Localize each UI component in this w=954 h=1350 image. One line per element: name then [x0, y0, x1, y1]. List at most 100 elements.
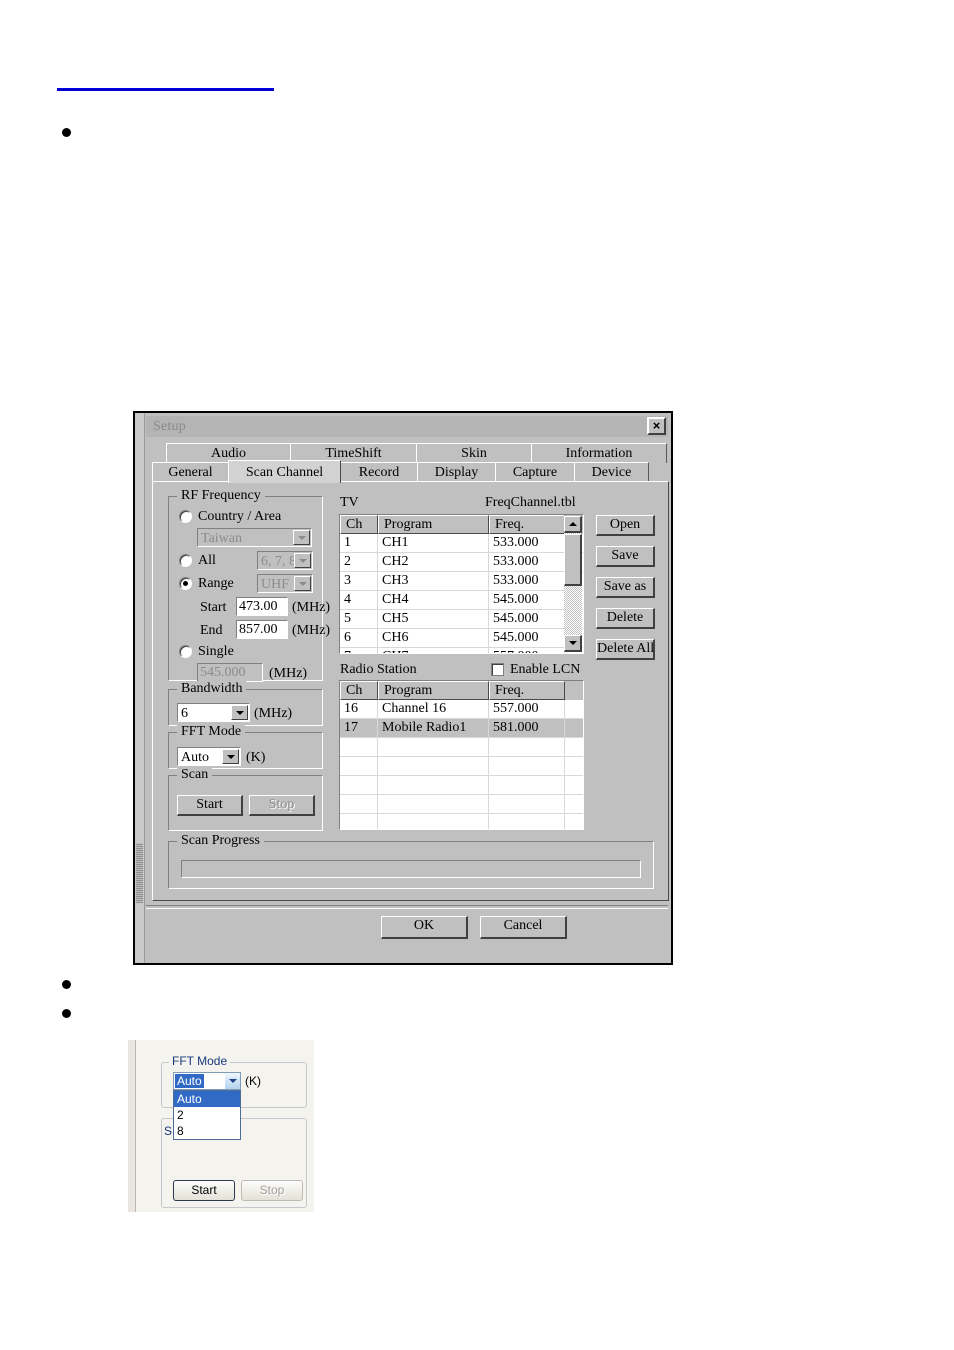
label-start-unit: (MHz)	[292, 600, 331, 615]
table-row[interactable]: 6 CH6 545.000	[340, 629, 583, 648]
rf-frequency-title: RF Frequency	[177, 488, 265, 503]
scrollbar-thumb[interactable]	[564, 534, 582, 586]
table-row[interactable]: 16 Channel 16 557.000	[340, 700, 583, 719]
table-row-empty[interactable]	[340, 795, 583, 814]
cancel-button[interactable]: Cancel	[480, 916, 567, 939]
bandwidth-combo[interactable]: 6	[177, 703, 250, 722]
scan-channel-panel: RF Frequency Country / Area Taiwan All 6…	[152, 481, 669, 901]
tab-general[interactable]: General	[152, 462, 229, 482]
range-combo[interactable]: UHF	[257, 574, 313, 593]
tv-list-scrollbar[interactable]	[564, 516, 582, 652]
table-row[interactable]: 1 CH1 533.000	[340, 534, 583, 553]
tab-scan-channel[interactable]: Scan Channel	[228, 460, 341, 483]
radio-station-list[interactable]: Ch Program Freq. 16 Channel 16 557.000 1…	[339, 680, 584, 830]
tab-capture[interactable]: Capture	[495, 462, 575, 482]
table-row-empty[interactable]	[340, 776, 583, 795]
tab-record[interactable]: Record	[340, 462, 418, 482]
radio-col-ch[interactable]: Ch	[340, 681, 378, 700]
radio-country-area[interactable]	[179, 510, 192, 523]
table-row[interactable]: 5 CH5 545.000	[340, 610, 583, 629]
chevron-down-icon[interactable]	[294, 553, 311, 568]
enable-lcn-label: Enable LCN	[510, 662, 581, 677]
tv-file-label: FreqChannel.tbl	[485, 495, 576, 510]
setup-dialog: Setup × Audio TimeShift Skin Information…	[133, 411, 673, 965]
bandwidth-combo-value: 6	[181, 706, 188, 721]
all-combo[interactable]: 6, 7, 8	[257, 551, 313, 570]
radio-range[interactable]	[179, 577, 192, 590]
end-frequency-input[interactable]: 857.00	[236, 620, 288, 639]
window-left-scrollbar[interactable]	[135, 413, 145, 963]
tv-channel-list[interactable]: Ch Program Freq. 1 CH1 533.000 2 CH2 533…	[339, 514, 584, 654]
cell-ch: 16	[340, 700, 378, 718]
table-row[interactable]: 2 CH2 533.000	[340, 553, 583, 572]
xp-fft-mode-combo[interactable]: Auto	[173, 1072, 241, 1090]
chevron-down-icon[interactable]	[222, 749, 239, 764]
open-button[interactable]: Open	[596, 515, 655, 536]
table-row-empty[interactable]	[340, 757, 583, 776]
xp-scan-title: S	[164, 1124, 173, 1138]
country-combo[interactable]: Taiwan	[197, 528, 312, 547]
table-row[interactable]: 7 CH7 557.000	[340, 648, 583, 653]
scrollbar-thumb[interactable]	[136, 843, 143, 903]
label-end: End	[200, 623, 223, 638]
delete-all-button[interactable]: Delete All	[596, 639, 655, 660]
xp-fft-combo-value: Auto	[175, 1074, 204, 1088]
xp-option-2[interactable]: 2	[174, 1107, 240, 1123]
country-combo-value: Taiwan	[201, 531, 243, 546]
label-bandwidth-unit: (MHz)	[254, 706, 293, 721]
enable-lcn-checkbox[interactable]	[491, 663, 504, 676]
scroll-down-icon[interactable]	[564, 635, 582, 652]
tv-list-header: Ch Program Freq.	[340, 515, 583, 534]
fft-mode-combo[interactable]: Auto	[177, 747, 241, 766]
start-frequency-input[interactable]: 473.00	[236, 597, 288, 616]
radio-col-program[interactable]: Program	[378, 681, 489, 700]
single-frequency-input[interactable]: 545.000	[197, 663, 263, 682]
cell-ch: 4	[340, 591, 378, 609]
fft-mode-title: FFT Mode	[177, 724, 246, 739]
table-row-empty[interactable]	[340, 738, 583, 757]
chevron-down-icon[interactable]	[293, 530, 310, 545]
radio-all[interactable]	[179, 554, 192, 567]
xp-fft-options-list[interactable]: Auto 2 8	[173, 1090, 241, 1140]
xp-fft-mode-title: FFT Mode	[169, 1054, 231, 1068]
table-row[interactable]: 3 CH3 533.000	[340, 572, 583, 591]
tab-device[interactable]: Device	[574, 462, 649, 482]
xp-start-button[interactable]: Start	[173, 1180, 235, 1201]
xp-option-auto[interactable]: Auto	[174, 1091, 240, 1107]
tv-col-ch[interactable]: Ch	[340, 515, 378, 534]
tab-skin[interactable]: Skin	[416, 443, 532, 463]
cell-ch: 3	[340, 572, 378, 590]
save-as-button[interactable]: Save as	[596, 577, 655, 598]
delete-button[interactable]: Delete	[596, 608, 655, 629]
tv-col-freq[interactable]: Freq.	[489, 515, 565, 534]
table-row-empty[interactable]	[340, 814, 583, 829]
close-icon[interactable]: ×	[647, 417, 666, 435]
bullet-point	[62, 128, 71, 137]
chevron-down-icon[interactable]	[231, 705, 248, 720]
all-combo-value: 6, 7, 8	[261, 554, 296, 569]
scroll-up-icon[interactable]	[564, 516, 582, 533]
chevron-down-icon[interactable]	[224, 1073, 240, 1089]
scan-start-button[interactable]: Start	[177, 795, 243, 816]
tv-col-program[interactable]: Program	[378, 515, 489, 534]
table-row[interactable]: 4 CH4 545.000	[340, 591, 583, 610]
tab-information[interactable]: Information	[531, 443, 667, 463]
cell-freq: 545.000	[489, 591, 565, 609]
chevron-down-icon[interactable]	[294, 576, 311, 591]
ok-button[interactable]: OK	[381, 916, 468, 939]
xp-stop-button: Stop	[241, 1180, 303, 1201]
radio-single[interactable]	[179, 645, 192, 658]
cell-program: CH5	[378, 610, 489, 628]
cell-program: Mobile Radio1	[378, 719, 489, 737]
table-row[interactable]: 17 Mobile Radio1 581.000	[340, 719, 583, 738]
radio-col-freq[interactable]: Freq.	[489, 681, 565, 700]
xp-option-8[interactable]: 8	[174, 1123, 240, 1139]
cell-program: Channel 16	[378, 700, 489, 718]
label-all: All	[198, 553, 216, 568]
save-button[interactable]: Save	[596, 546, 655, 567]
cell-freq: 557.000	[489, 700, 565, 718]
cell-program: CH3	[378, 572, 489, 590]
snippet-left-edge	[128, 1040, 136, 1212]
radio-list-header: Ch Program Freq.	[340, 681, 583, 700]
tab-display[interactable]: Display	[417, 462, 496, 482]
